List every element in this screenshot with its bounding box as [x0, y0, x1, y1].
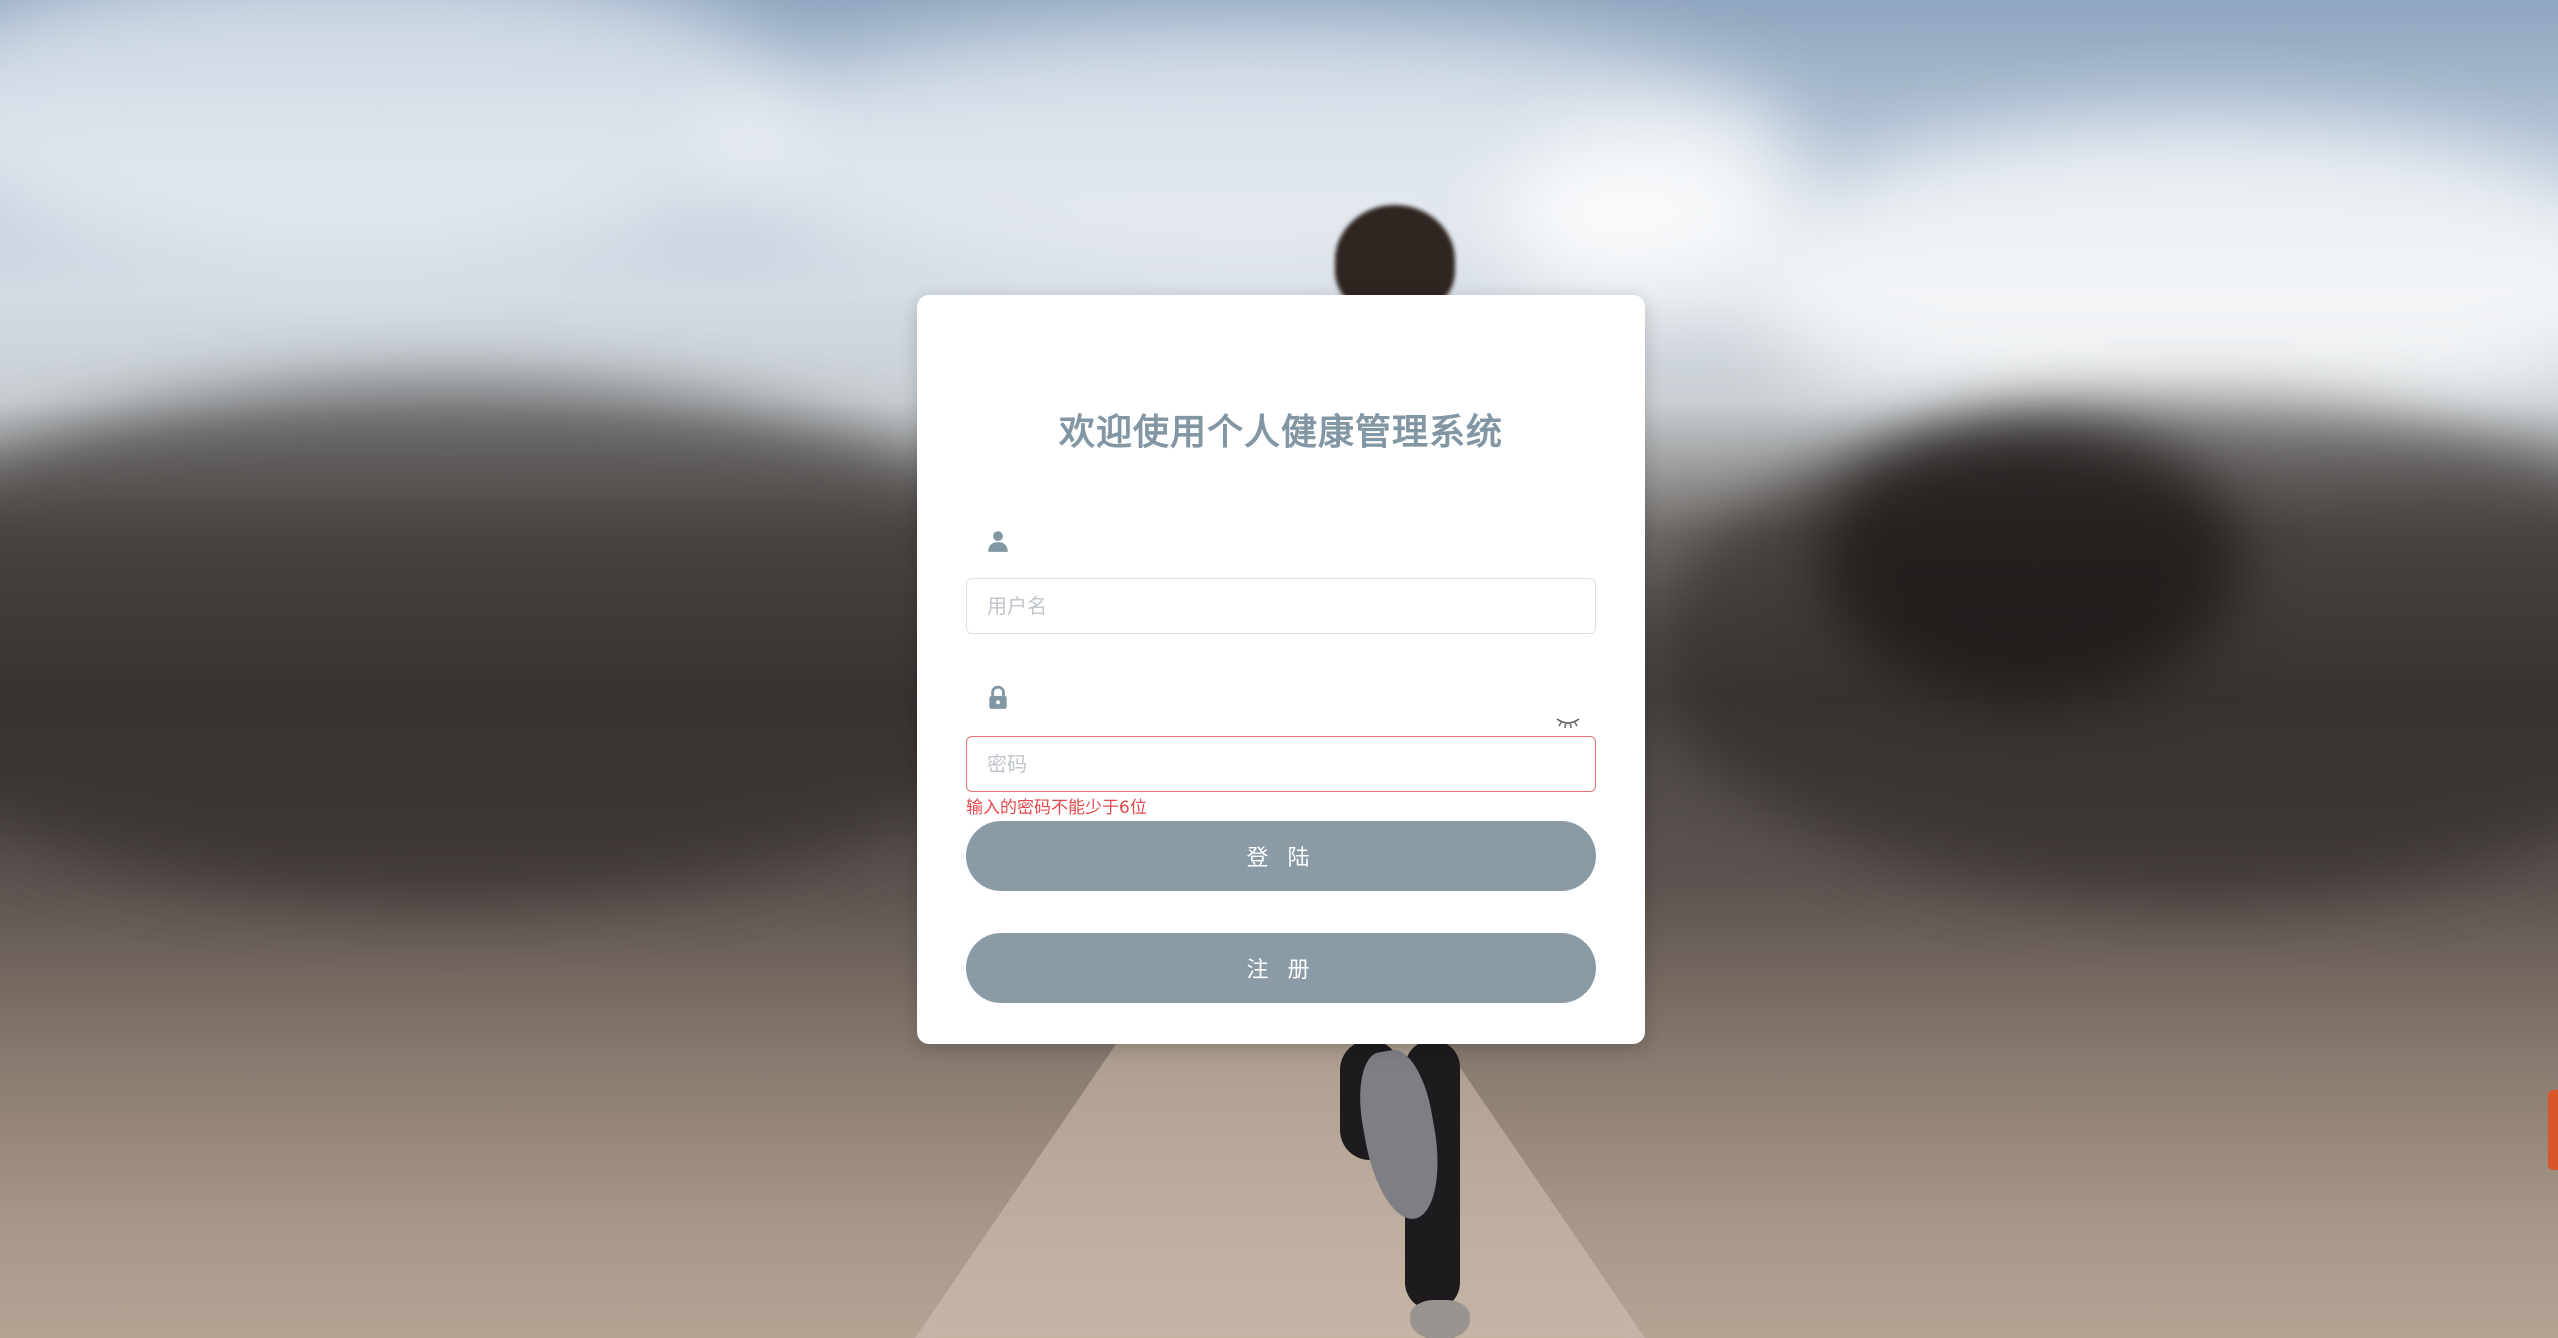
password-error-message: 输入的密码不能少于6位 — [966, 798, 1147, 818]
user-icon — [988, 531, 1008, 552]
login-button[interactable]: 登 陆 — [966, 821, 1596, 891]
eye-closed-icon[interactable] — [1555, 715, 1581, 731]
password-input[interactable] — [966, 736, 1596, 792]
page-title: 欢迎使用个人健康管理系统 — [1058, 412, 1503, 453]
runner-legs — [1310, 1040, 1490, 1338]
login-card: 欢迎使用个人健康管理系统 输入的密码不能少于6位 登 陆 注 册 — [917, 295, 1645, 1044]
cloud — [1500, 130, 1800, 310]
username-input[interactable] — [966, 578, 1596, 634]
cloud — [1750, 120, 2558, 440]
register-button[interactable]: 注 册 — [966, 933, 1596, 1003]
scroll-indicator[interactable] — [2548, 1090, 2558, 1170]
cloud — [0, 0, 800, 260]
lock-icon — [989, 685, 1007, 709]
runner-shoe — [1410, 1300, 1470, 1338]
tree — [1820, 420, 2240, 700]
